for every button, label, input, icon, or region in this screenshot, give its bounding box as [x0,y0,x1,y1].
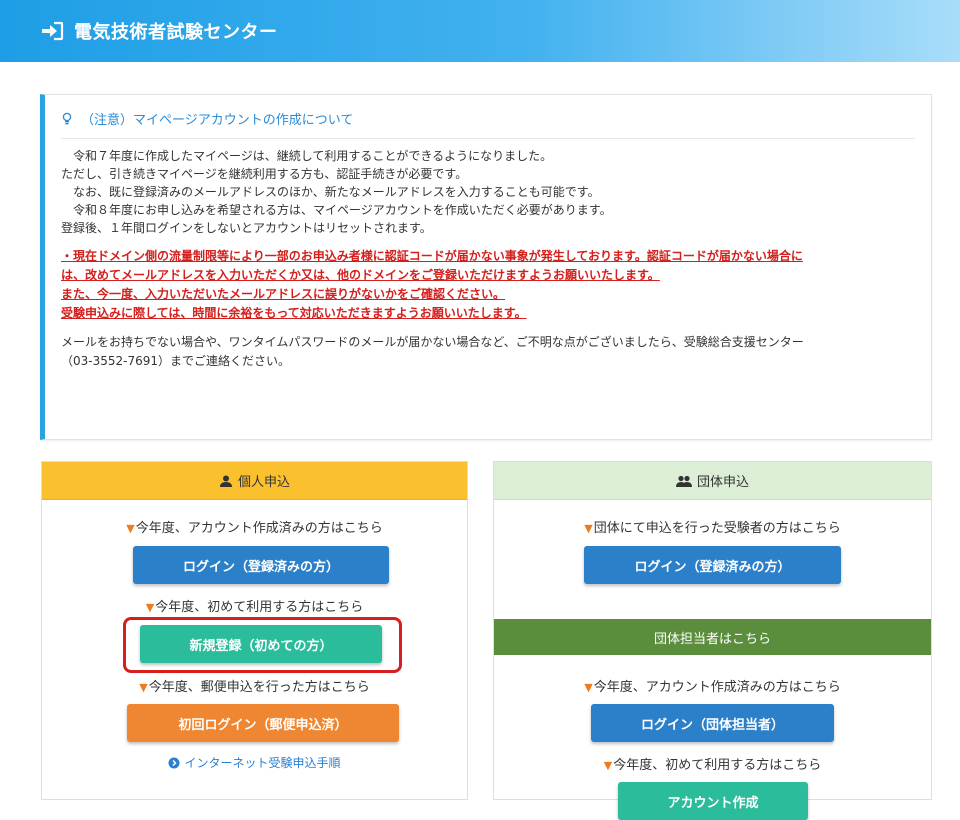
lightbulb-icon [62,112,72,124]
warning-line: また、今一度、入力いただいたメールアドレスに誤りがないかをご確認ください。 [61,287,506,301]
notice-header: （注意）マイページアカウントの作成について [61,109,915,139]
group-note-examinee: ▼団体にて申込を行った受験者の方はこちら [584,521,841,536]
contact-text: メールをお持ちでない場合や、ワンタイムパスワードのメールが届かない場合など、ご不… [61,333,911,371]
notice-body: 令和７年度に作成したマイページは、継続して利用することができるようになりました。… [61,147,911,371]
notice-line: 登録後、１年間ログインをしないとアカウントはリセットされます。 [61,221,432,235]
users-icon [675,475,692,487]
notice-title: （注意）マイページアカウントの作成について [81,113,354,128]
individual-note-first: ▼今年度、初めて利用する方はこちら [145,600,364,615]
triangle-down-icon: ▼ [584,522,593,535]
warning-text: ・現在ドメイン側の流量制限等により一部のお申込み者様に認証コードが届かない事象が… [61,247,911,323]
notice-line: ただし、引き続きマイページを継続利用する方も、認証手続きが必要です。 [61,167,468,181]
site-header: 電気技術者試験センター [0,0,960,62]
group-manager-bar: 団体担当者はこちら [494,619,931,655]
group-login-button[interactable]: ログイン（登録済みの方） [584,546,841,584]
circle-arrow-icon [168,757,180,768]
notice-line: 令和８年度にお申し込みを希望される方は、マイページアカウントを作成いただく必要が… [73,203,612,217]
individual-panel-header: 個人申込 [42,462,467,500]
create-account-button[interactable]: アカウント作成 [618,782,808,820]
contact-line: メールをお持ちでない場合や、ワンタイムパスワードのメールが届かない場合など、ご不… [61,335,804,349]
group-panel-header: 団体申込 [494,462,931,500]
procedure-link[interactable]: インターネット受験申込手順 [42,754,467,771]
highlight-outline [123,617,402,673]
group-note-first: ▼今年度、初めて利用する方はこちら [603,758,822,773]
login-arrow-icon [42,21,64,41]
group-panel: 団体申込 ▼団体にて申込を行った受験者の方はこちら ログイン（登録済みの方） 団… [493,461,932,820]
warning-line: は、改めてメールアドレスを入力いただくか又は、他のドメインをご登録いただけますよ… [61,268,660,282]
manager-login-button[interactable]: ログイン（団体担当者） [591,704,834,742]
first-login-button[interactable]: 初回ログイン（郵便申込済） [127,704,399,742]
contact-line: （03-3552-7691）までご連絡ください。 [61,354,291,368]
group-note-existing: ▼今年度、アカウント作成済みの方はこちら [584,680,841,695]
notice-box: （注意）マイページアカウントの作成について 令和７年度に作成したマイページは、継… [40,94,932,440]
triangle-down-icon: ▼ [126,522,135,535]
triangle-down-icon: ▼ [603,759,613,772]
individual-panel-title: 個人申込 [237,475,290,490]
triangle-down-icon: ▼ [145,601,155,614]
warning-line: 受験申込みに際しては、時間に余裕をもって対応いただきますようお願いいたします。 [61,306,527,320]
site-title: 電気技術者試験センター [74,22,278,43]
triangle-down-icon: ▼ [139,681,148,694]
warning-line: ・現在ドメイン側の流量制限等により一部のお申込み者様に認証コードが届かない事象が… [61,249,803,263]
individual-note-existing: ▼今年度、アカウント作成済みの方はこちら [126,521,383,536]
group-panel-title: 団体申込 [696,475,749,490]
user-icon [219,475,232,487]
individual-login-button[interactable]: ログイン（登録済みの方） [133,546,389,584]
individual-note-postal: ▼今年度、郵便申込を行った方はこちら [139,680,370,695]
notice-line: 令和７年度に作成したマイページは、継続して利用することができるようになりました。 [73,149,553,163]
notice-line: なお、既に登録済みのメールアドレスのほか、新たなメールアドレスを入力することも可… [73,185,600,199]
triangle-down-icon: ▼ [584,681,593,694]
